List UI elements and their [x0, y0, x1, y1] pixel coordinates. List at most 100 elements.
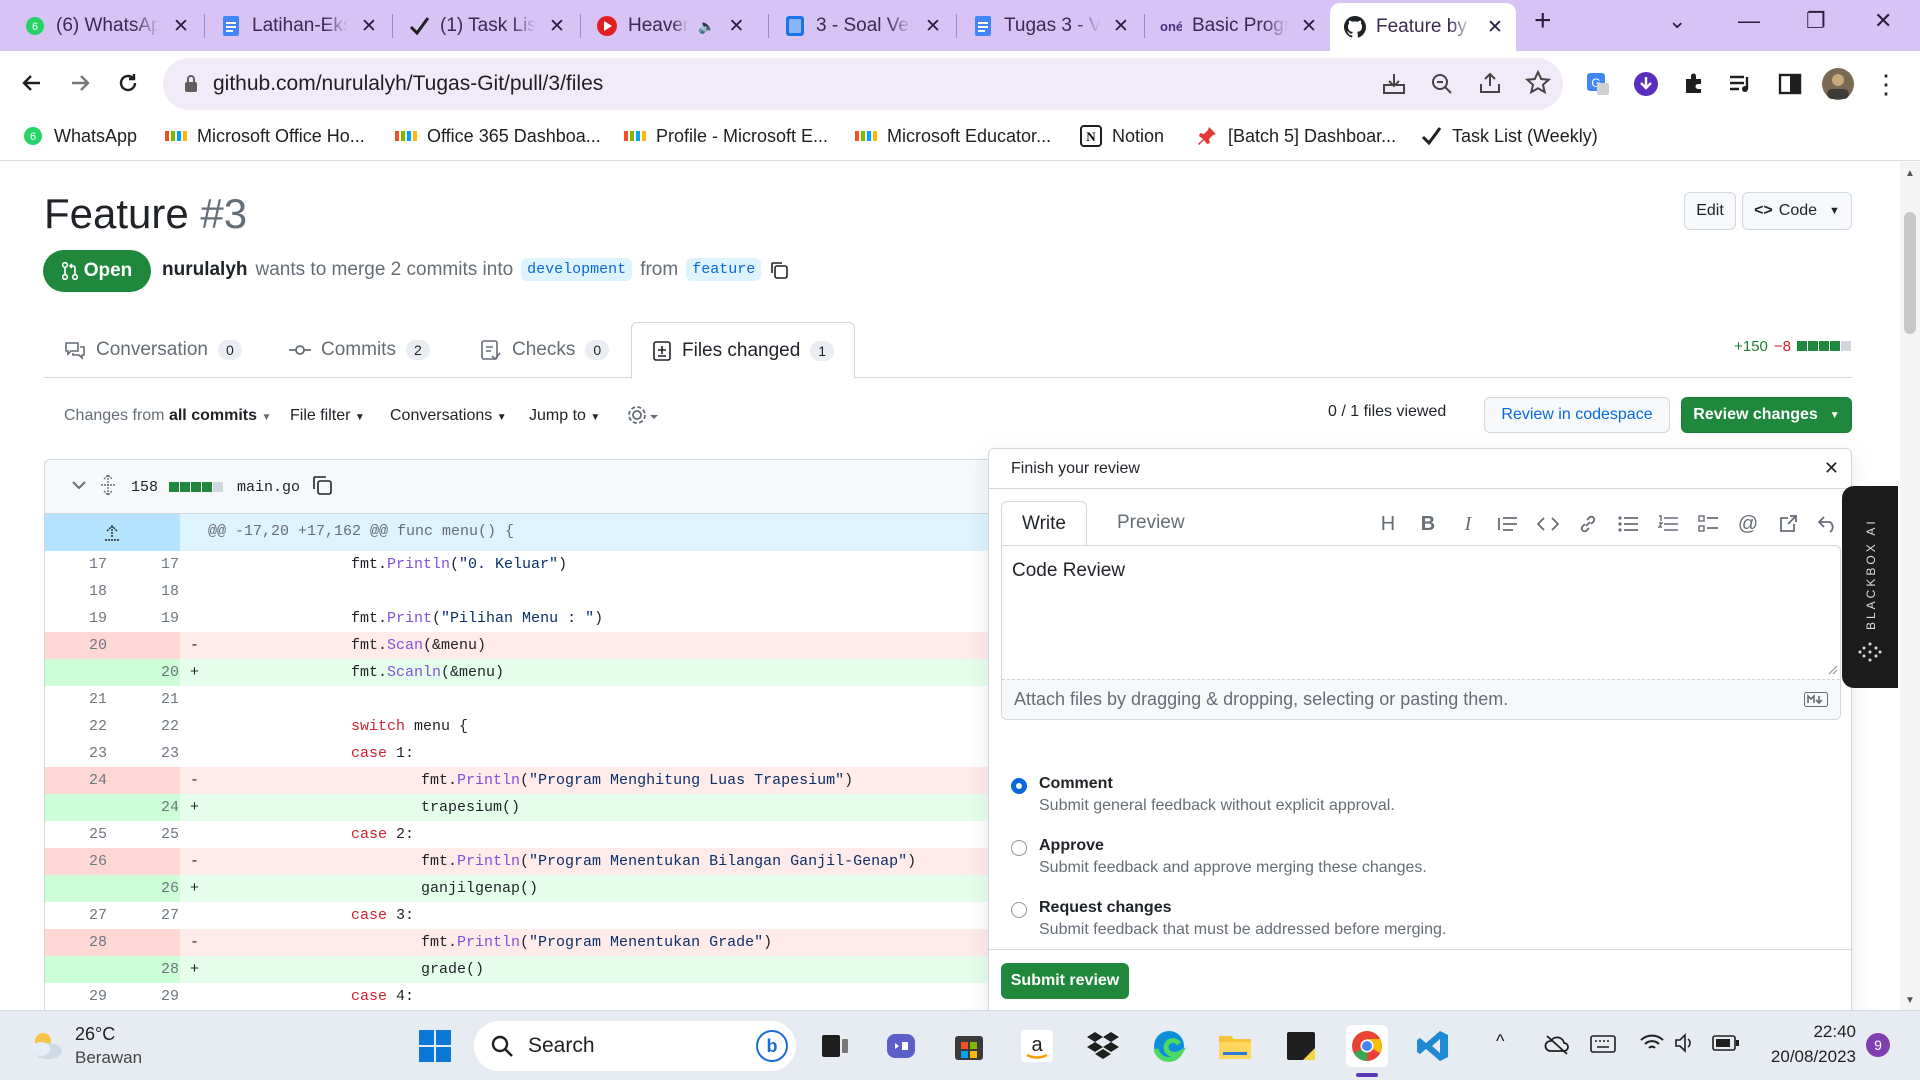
submit-review-button[interactable]: Submit review — [1001, 963, 1129, 999]
close-window-icon[interactable]: ✕ — [1874, 8, 1892, 34]
dropbox-icon[interactable] — [1082, 1025, 1124, 1067]
radio-button[interactable] — [1011, 902, 1027, 918]
restore-icon[interactable]: ❐ — [1806, 8, 1826, 34]
back-icon[interactable] — [12, 63, 52, 103]
tab-soal-version[interactable]: 3 - Soal Version ✕ — [770, 5, 954, 47]
diff-row-added[interactable]: 24 + trapesium() — [45, 794, 1003, 821]
diff-row[interactable]: 22 22 switch menu { — [45, 713, 1003, 740]
review-body-textarea[interactable]: Code Review Attach files by dragging & d… — [1001, 545, 1841, 720]
file-name[interactable]: main.go — [237, 479, 300, 496]
edit-button[interactable]: Edit — [1684, 192, 1736, 230]
tab-files-changed[interactable]: Files changed 1 — [631, 322, 856, 379]
code-icon[interactable] — [1535, 511, 1561, 537]
diff-row-deleted[interactable]: 24 - fmt.Println("Program Menghitung Luas … — [45, 767, 1003, 794]
diff-row[interactable]: 19 19 fmt.Print("Pilihan Menu : ") — [45, 605, 1003, 632]
clock-date[interactable]: 20/08/2023 — [1762, 1047, 1856, 1067]
bookmark-notion[interactable]: N Notion — [1080, 125, 1164, 147]
expand-up-button[interactable] — [45, 514, 180, 551]
old-line-number[interactable]: 29 — [45, 988, 107, 1005]
task-view-icon[interactable] — [814, 1025, 856, 1067]
scrollbar-thumb[interactable] — [1904, 212, 1916, 334]
reading-list-icon[interactable] — [1720, 64, 1760, 104]
new-line-number[interactable]: 18 — [127, 583, 179, 600]
close-icon[interactable]: ✕ — [1824, 458, 1839, 479]
bookmark-microsoft-educator[interactable]: Microsoft Educator... — [855, 125, 1051, 147]
new-line-number[interactable]: 24 — [127, 799, 179, 816]
page-scrollbar[interactable]: ▲ ▼ — [1900, 162, 1920, 1010]
speaker-icon[interactable]: 🔈 — [698, 18, 715, 35]
diff-row[interactable]: 29 29 case 4: — [45, 983, 1003, 1010]
bookmark-office-home[interactable]: Microsoft Office Ho... — [165, 125, 365, 147]
tab-tugas-3[interactable]: Tugas 3 - Version ✕ — [958, 5, 1142, 47]
weather-icon[interactable] — [26, 1025, 66, 1065]
tab-heaven[interactable]: Heaven 🔈 ✕ — [582, 5, 766, 47]
new-line-number[interactable]: 21 — [127, 691, 179, 708]
head-branch[interactable]: feature — [686, 258, 762, 281]
new-line-number[interactable]: 25 — [127, 826, 179, 843]
new-line-number[interactable]: 27 — [127, 907, 179, 924]
new-line-number[interactable]: 23 — [127, 745, 179, 762]
diff-row[interactable]: 18 18 — [45, 578, 1003, 605]
battery-icon[interactable] — [1712, 1035, 1740, 1051]
chevron-up-icon[interactable]: ^ — [1496, 1031, 1504, 1052]
base-branch[interactable]: development — [521, 258, 633, 281]
edge-icon[interactable] — [1148, 1025, 1190, 1067]
review-in-codespace-button[interactable]: Review in codespace — [1484, 397, 1670, 433]
bookmark-batch5[interactable]: [Batch 5] Dashboar... — [1196, 125, 1396, 147]
close-icon[interactable]: ✕ — [170, 15, 192, 38]
diff-row-added[interactable]: 20 + fmt.Scanln(&menu) — [45, 659, 1003, 686]
diff-row-deleted[interactable]: 20 - fmt.Scan(&menu) — [45, 632, 1003, 659]
zoom-icon[interactable] — [1429, 71, 1455, 97]
quote-icon[interactable] — [1495, 511, 1521, 537]
radio-approve[interactable]: Approve Submit feedback and approve mergi… — [1011, 837, 1427, 877]
extensions-puzzle-icon[interactable] — [1674, 64, 1714, 104]
tab-commits[interactable]: Commits 2 — [289, 322, 430, 378]
pr-author[interactable]: nurulalyh — [162, 259, 248, 281]
resize-handle-icon[interactable] — [1826, 663, 1838, 675]
close-icon[interactable]: ✕ — [358, 15, 380, 38]
old-line-number[interactable]: 20 — [45, 637, 107, 654]
onedrive-icon[interactable] — [1544, 1033, 1570, 1055]
heading-icon[interactable]: H — [1375, 511, 1401, 537]
old-line-number[interactable]: 27 — [45, 907, 107, 924]
microsoft-store-icon[interactable] — [948, 1025, 990, 1067]
scroll-up-icon[interactable]: ▲ — [1905, 168, 1915, 179]
blackbox-ai-sidebar-tab[interactable]: BLACKBOX AI — [1842, 486, 1898, 688]
diff-row[interactable]: 21 21 — [45, 686, 1003, 713]
old-line-number[interactable]: 19 — [45, 610, 107, 627]
close-icon[interactable]: ✕ — [1298, 15, 1320, 38]
vscode-icon[interactable] — [1412, 1025, 1454, 1067]
notification-badge[interactable]: 9 — [1866, 1033, 1890, 1057]
diff-row-added[interactable]: 28 + grade() — [45, 956, 1003, 983]
close-icon[interactable]: ✕ — [1484, 16, 1506, 39]
conversations-dropdown[interactable]: Conversations ▼ — [390, 407, 507, 425]
diff-row-deleted[interactable]: 26 - fmt.Println("Program Menentukan Bilan… — [45, 848, 1003, 875]
old-line-number[interactable]: 23 — [45, 745, 107, 762]
minimize-icon[interactable]: — — [1738, 8, 1760, 34]
link-icon[interactable] — [1575, 511, 1601, 537]
teams-chat-icon[interactable] — [880, 1025, 922, 1067]
new-tab-icon[interactable]: + — [1534, 4, 1552, 38]
markdown-icon[interactable] — [1804, 692, 1828, 707]
code-button[interactable]: <> Code ▼ — [1742, 192, 1852, 230]
chrome-taskbar-icon[interactable] — [1346, 1025, 1388, 1067]
diff-row[interactable]: 27 27 case 3: — [45, 902, 1003, 929]
radio-button[interactable] — [1011, 778, 1027, 794]
files-viewed-counter[interactable]: 0 / 1 files viewed — [1328, 403, 1446, 421]
new-line-number[interactable]: 19 — [127, 610, 179, 627]
new-line-number[interactable]: 20 — [127, 664, 179, 681]
tab-whatsapp[interactable]: 6 (6) WhatsApp ✕ — [10, 5, 202, 47]
close-icon[interactable]: ✕ — [1110, 15, 1132, 38]
bookmark-profile-microsoft[interactable]: Profile - Microsoft E... — [624, 125, 828, 147]
bookmark-star-icon[interactable] — [1525, 70, 1551, 96]
amazon-icon[interactable]: a — [1016, 1025, 1058, 1067]
tab-latihan[interactable]: Latihan-Eksplorasi ✕ — [206, 5, 390, 47]
cross-reference-icon[interactable] — [1775, 511, 1801, 537]
close-icon[interactable]: ✕ — [922, 15, 944, 38]
old-line-number[interactable]: 24 — [45, 772, 107, 789]
download-extension-icon[interactable] — [1626, 64, 1666, 104]
sticky-notes-icon[interactable] — [1280, 1025, 1322, 1067]
tab-feature-active[interactable]: Feature by ✕ — [1330, 3, 1516, 51]
italic-icon[interactable]: I — [1455, 511, 1481, 537]
wifi-icon[interactable] — [1640, 1033, 1664, 1053]
